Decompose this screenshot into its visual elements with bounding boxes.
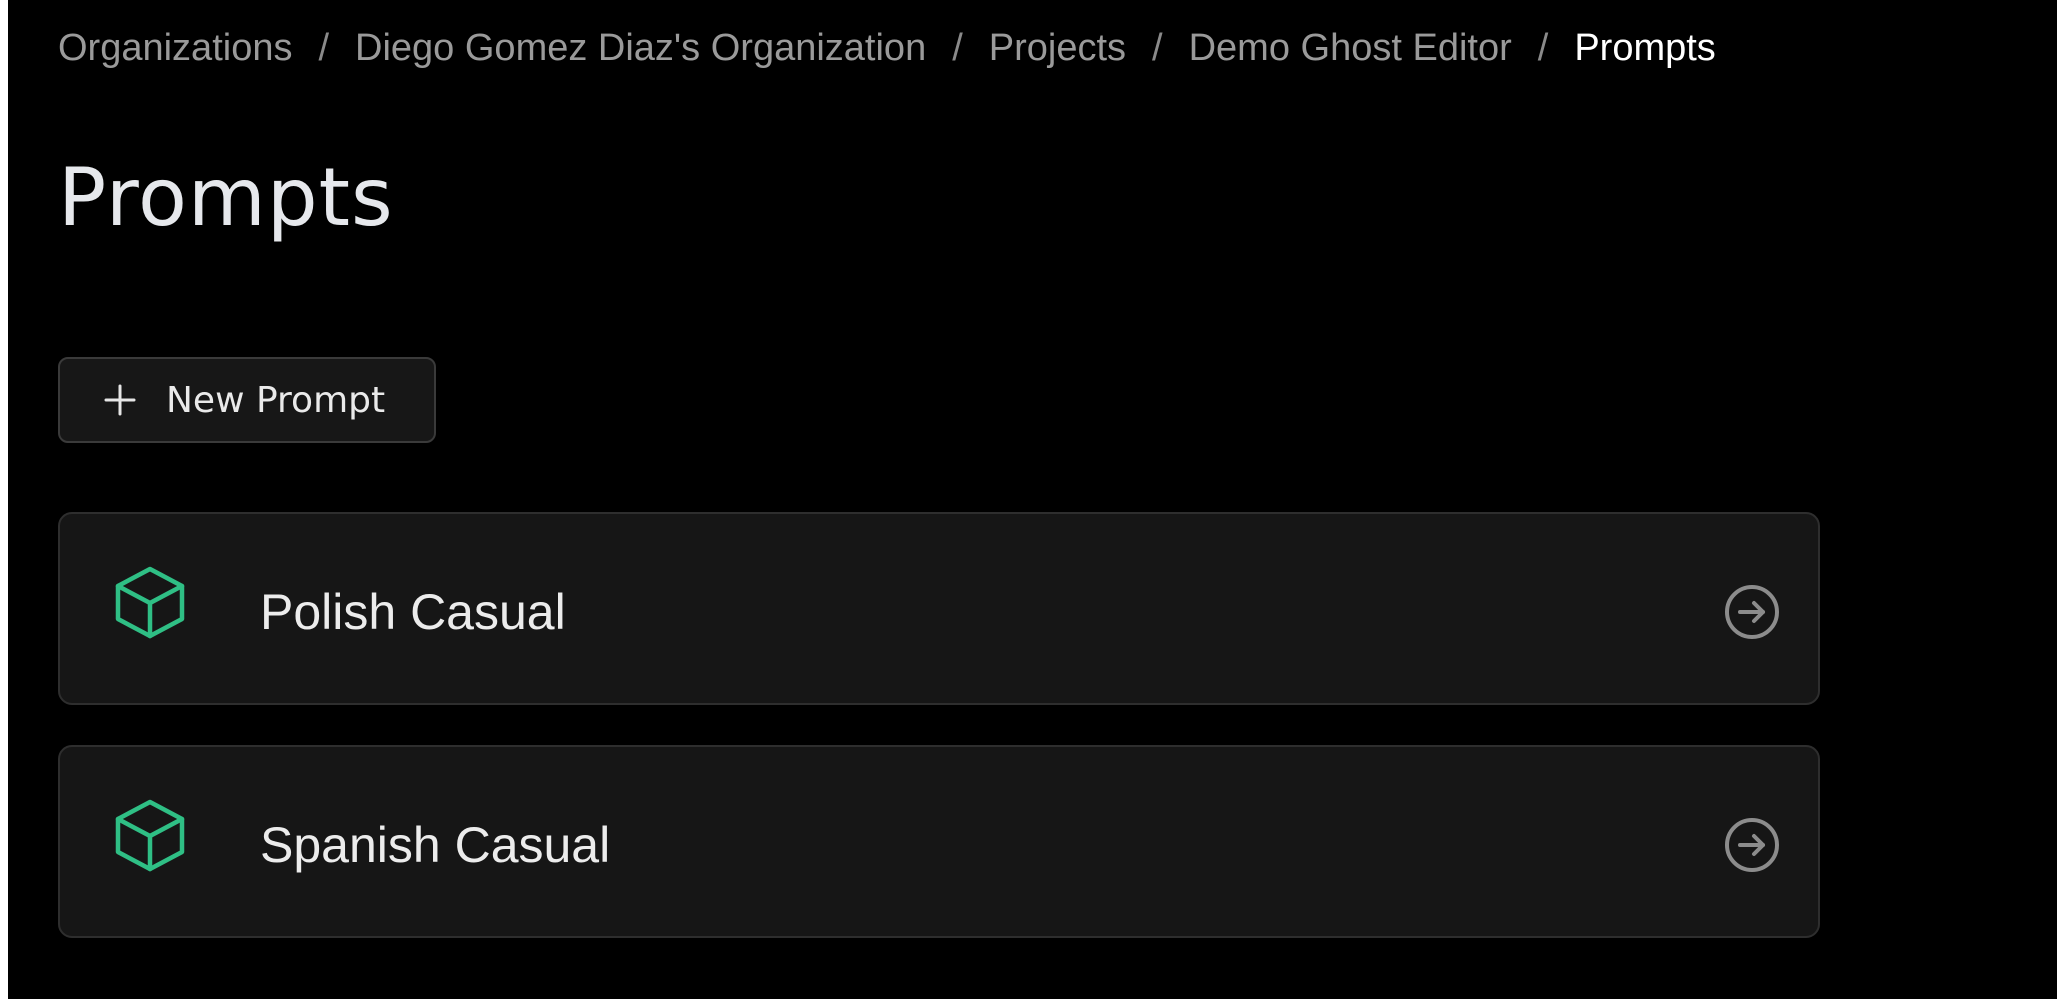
arrow-right-circle-icon[interactable] — [1723, 816, 1781, 874]
breadcrumb-separator: / — [1537, 27, 1549, 69]
breadcrumb-project[interactable]: Demo Ghost Editor — [1189, 24, 1512, 72]
breadcrumb: Organizations / Diego Gomez Diaz's Organ… — [58, 24, 1716, 72]
breadcrumb-projects[interactable]: Projects — [989, 24, 1126, 72]
prompt-card-polish-casual[interactable]: Polish Casual — [58, 512, 1820, 705]
breadcrumb-separator: / — [318, 27, 330, 69]
new-prompt-button[interactable]: New Prompt — [58, 357, 436, 443]
cube-icon — [112, 564, 188, 640]
breadcrumb-organizations[interactable]: Organizations — [58, 24, 292, 72]
breadcrumb-separator: / — [1152, 27, 1163, 69]
prompt-card-spanish-casual[interactable]: Spanish Casual — [58, 745, 1820, 938]
page-title: Prompts — [58, 151, 394, 244]
prompt-name: Polish Casual — [260, 584, 566, 640]
plus-icon — [104, 384, 136, 416]
arrow-right-circle-icon[interactable] — [1723, 583, 1781, 641]
breadcrumb-separator: / — [952, 27, 963, 69]
breadcrumb-organization[interactable]: Diego Gomez Diaz's Organization — [355, 24, 926, 72]
prompt-name: Spanish Casual — [260, 817, 611, 873]
breadcrumb-current: Prompts — [1574, 27, 1716, 69]
cube-icon — [112, 797, 188, 873]
new-prompt-label: New Prompt — [166, 379, 386, 421]
prompt-list: Polish Casual Spanish Casual — [58, 512, 1820, 978]
window-edge — [0, 0, 8, 999]
